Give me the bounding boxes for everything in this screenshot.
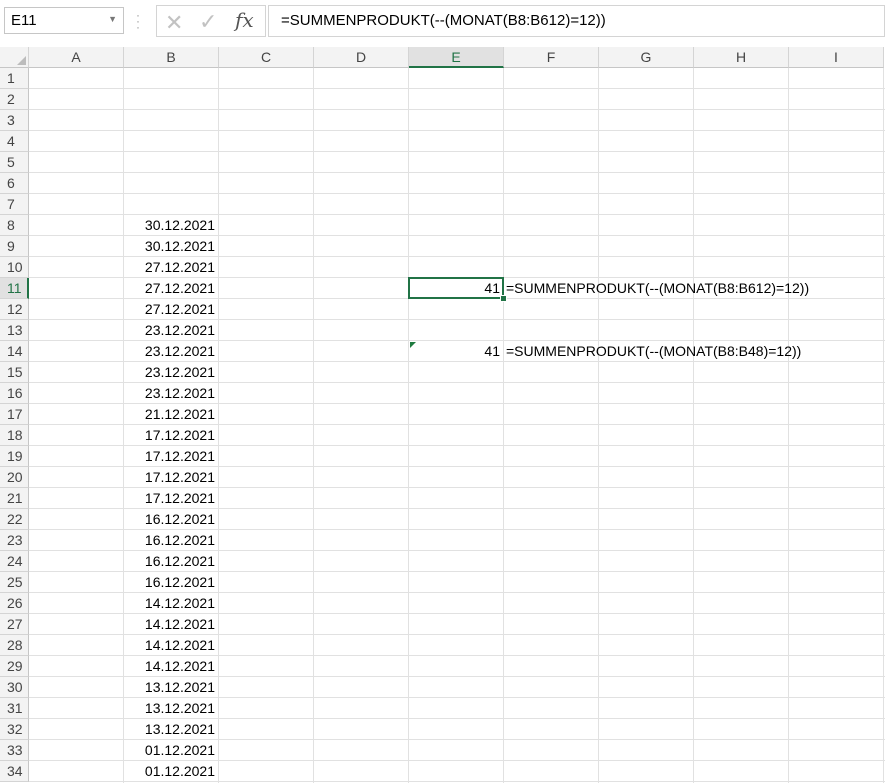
name-box-value: E11 bbox=[11, 12, 37, 29]
row-header-8[interactable]: 8 bbox=[0, 215, 29, 236]
cell-b26[interactable]: 14.12.2021 bbox=[124, 593, 219, 614]
cell-b17[interactable]: 21.12.2021 bbox=[124, 404, 219, 425]
chevron-down-icon[interactable]: ▼ bbox=[108, 14, 117, 24]
row-header-15[interactable]: 15 bbox=[0, 362, 29, 383]
row-header-33[interactable]: 33 bbox=[0, 740, 29, 761]
column-header-c[interactable]: C bbox=[219, 47, 314, 68]
cell-b22[interactable]: 16.12.2021 bbox=[124, 509, 219, 530]
row-header-25[interactable]: 25 bbox=[0, 572, 29, 593]
column-header-e[interactable]: E bbox=[409, 47, 504, 68]
name-box[interactable]: E11 ▼ bbox=[4, 7, 124, 34]
formula-bar-input[interactable]: =SUMMENPRODUKT(--(MONAT(B8:B612)=12)) bbox=[268, 5, 885, 37]
cell-b12[interactable]: 27.12.2021 bbox=[124, 299, 219, 320]
row-header-6[interactable]: 6 bbox=[0, 173, 29, 194]
row-header-18[interactable]: 18 bbox=[0, 425, 29, 446]
column-header-b[interactable]: B bbox=[124, 47, 219, 68]
row-header-14[interactable]: 14 bbox=[0, 341, 29, 362]
cell-b14[interactable]: 23.12.2021 bbox=[124, 341, 219, 362]
row-header-3[interactable]: 3 bbox=[0, 110, 29, 131]
row-header-20[interactable]: 20 bbox=[0, 467, 29, 488]
row-header-1[interactable]: 1 bbox=[0, 68, 29, 89]
cell-b21[interactable]: 17.12.2021 bbox=[124, 488, 219, 509]
row-header-13[interactable]: 13 bbox=[0, 320, 29, 341]
row-header-4[interactable]: 4 bbox=[0, 131, 29, 152]
cell-b15[interactable]: 23.12.2021 bbox=[124, 362, 219, 383]
row-header-30[interactable]: 30 bbox=[0, 677, 29, 698]
cell-b10[interactable]: 27.12.2021 bbox=[124, 257, 219, 278]
formula-toolbar: E11 ▼ · · · ✕ ✓ fx =SUMMENPRODUKT(--(MONAT… bbox=[0, 0, 885, 44]
formula-bar-text: =SUMMENPRODUKT(--(MONAT(B8:B612)=12)) bbox=[281, 12, 606, 29]
row-header-10[interactable]: 10 bbox=[0, 257, 29, 278]
cell-b33[interactable]: 01.12.2021 bbox=[124, 740, 219, 761]
select-all-icon bbox=[17, 56, 26, 65]
cell-e14[interactable]: 41 bbox=[409, 341, 504, 362]
cell-b24[interactable]: 16.12.2021 bbox=[124, 551, 219, 572]
formula-text-e14[interactable]: =SUMMENPRODUKT(--(MONAT(B8:B48)=12)) bbox=[506, 341, 801, 362]
cancel-icon[interactable]: ✕ bbox=[165, 10, 183, 36]
cell-b18[interactable]: 17.12.2021 bbox=[124, 425, 219, 446]
row-header-5[interactable]: 5 bbox=[0, 152, 29, 173]
row-header-2[interactable]: 2 bbox=[0, 89, 29, 110]
row-header-19[interactable]: 19 bbox=[0, 446, 29, 467]
row-header-9[interactable]: 9 bbox=[0, 236, 29, 257]
cell-b9[interactable]: 30.12.2021 bbox=[124, 236, 219, 257]
cell-b29[interactable]: 14.12.2021 bbox=[124, 656, 219, 677]
column-header-g[interactable]: G bbox=[599, 47, 694, 68]
cell-b28[interactable]: 14.12.2021 bbox=[124, 635, 219, 656]
column-header-a[interactable]: A bbox=[29, 47, 124, 68]
row-header-24[interactable]: 24 bbox=[0, 551, 29, 572]
cell-b25[interactable]: 16.12.2021 bbox=[124, 572, 219, 593]
cell-b8[interactable]: 30.12.2021 bbox=[124, 215, 219, 236]
row-header-11[interactable]: 11 bbox=[0, 278, 29, 299]
row-header-7[interactable]: 7 bbox=[0, 194, 29, 215]
cell-b13[interactable]: 23.12.2021 bbox=[124, 320, 219, 341]
row-header-34[interactable]: 34 bbox=[0, 761, 29, 782]
cell-b34[interactable]: 01.12.2021 bbox=[124, 761, 219, 782]
row-header-29[interactable]: 29 bbox=[0, 656, 29, 677]
cell-b27[interactable]: 14.12.2021 bbox=[124, 614, 219, 635]
error-indicator-icon[interactable] bbox=[410, 342, 416, 348]
formula-text-e11[interactable]: =SUMMENPRODUKT(--(MONAT(B8:B612)=12)) bbox=[506, 278, 809, 299]
checkmark-icon[interactable]: ✓ bbox=[199, 9, 217, 35]
fill-handle[interactable] bbox=[500, 295, 507, 302]
drag-handle-icon[interactable]: · · · bbox=[136, 9, 140, 33]
row-header-26[interactable]: 26 bbox=[0, 593, 29, 614]
cell-b20[interactable]: 17.12.2021 bbox=[124, 467, 219, 488]
column-header-d[interactable]: D bbox=[314, 47, 409, 68]
row-header-17[interactable]: 17 bbox=[0, 404, 29, 425]
spreadsheet-grid: ABCDEFGHI 1 2 3 4 5 6 7 8 9 10 11 12 13 14 15 16 17 18 19 2… bbox=[0, 47, 885, 783]
cell-area[interactable]: 30.12.2021 30.12.2021 27.12.2021 27.12.2021… bbox=[29, 68, 885, 783]
column-header-h[interactable]: H bbox=[694, 47, 789, 68]
row-header-12[interactable]: 12 bbox=[0, 299, 29, 320]
row-header-32[interactable]: 32 bbox=[0, 719, 29, 740]
row-header-22[interactable]: 22 bbox=[0, 509, 29, 530]
select-all-button[interactable] bbox=[0, 47, 29, 68]
row-header-23[interactable]: 23 bbox=[0, 530, 29, 551]
cell-b16[interactable]: 23.12.2021 bbox=[124, 383, 219, 404]
row-header-16[interactable]: 16 bbox=[0, 383, 29, 404]
insert-function-icon[interactable]: fx bbox=[235, 8, 254, 32]
cell-b32[interactable]: 13.12.2021 bbox=[124, 719, 219, 740]
formula-buttons: ✕ ✓ fx bbox=[156, 5, 266, 37]
cell-b30[interactable]: 13.12.2021 bbox=[124, 677, 219, 698]
cell-b23[interactable]: 16.12.2021 bbox=[124, 530, 219, 551]
cell-b11[interactable]: 27.12.2021 bbox=[124, 278, 219, 299]
row-header-31[interactable]: 31 bbox=[0, 698, 29, 719]
column-header-f[interactable]: F bbox=[504, 47, 599, 68]
row-header-21[interactable]: 21 bbox=[0, 488, 29, 509]
cell-b19[interactable]: 17.12.2021 bbox=[124, 446, 219, 467]
row-header-28[interactable]: 28 bbox=[0, 635, 29, 656]
row-header-27[interactable]: 27 bbox=[0, 614, 29, 635]
active-cell-outline bbox=[408, 277, 504, 299]
cell-b31[interactable]: 13.12.2021 bbox=[124, 698, 219, 719]
column-header-i[interactable]: I bbox=[789, 47, 884, 68]
